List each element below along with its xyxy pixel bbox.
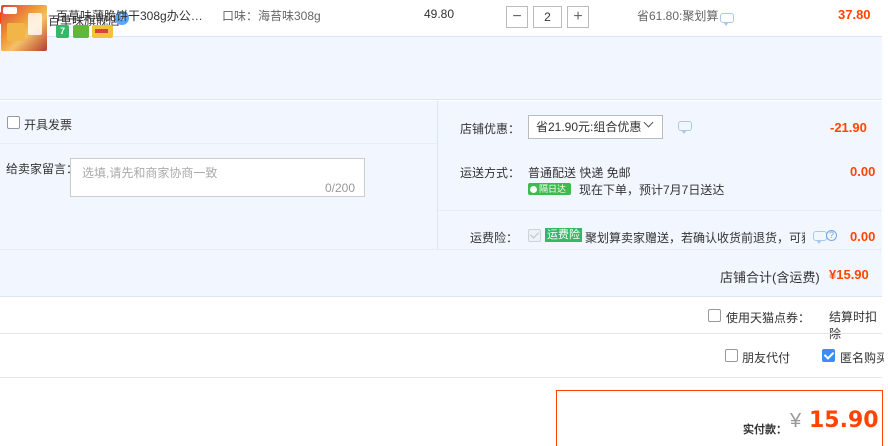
clock-icon: [530, 186, 537, 193]
column-divider: [437, 101, 438, 249]
payment-amount: 15.90: [809, 408, 879, 433]
quantity-increase-button[interactable]: +: [567, 6, 589, 28]
payment-label: 实付款：: [743, 424, 787, 436]
help-icon[interactable]: ?: [826, 230, 837, 241]
divider: [0, 333, 882, 334]
next-day-badge: 隔日达: [528, 183, 571, 195]
item-subtotal: 37.80: [838, 7, 871, 22]
product-thumbnail[interactable]: [1, 5, 47, 51]
insurance-checkbox: [528, 229, 541, 242]
quantity-decrease-button[interactable]: −: [506, 6, 528, 28]
shipping-eta: 现在下单，预计7月7日送达: [579, 183, 725, 197]
unit-price: 49.80: [424, 7, 455, 21]
next-day-badge-text: 隔日达: [539, 184, 567, 194]
insurance-tag: 运费险: [545, 228, 582, 242]
guarantee-icon: [73, 25, 89, 38]
friend-pay-label: 朋友代付: [742, 351, 791, 365]
coupon-info-icon[interactable]: [678, 121, 692, 134]
quantity-input[interactable]: 2: [533, 6, 562, 28]
message-placeholder: 选填,请先和商家协商一致: [82, 166, 218, 180]
message-char-count: 0/200: [325, 181, 356, 195]
message-label: 给卖家留言：: [6, 162, 79, 176]
shop-subtotal-label: 店铺合计(含运费): [720, 270, 820, 285]
shop-subtotal-amount: ¥15.90: [829, 267, 869, 282]
product-title[interactable]: 百草味薄脆饼干308g办公室早...: [56, 7, 214, 24]
divider: [0, 143, 437, 144]
shipping-label: 运送方式：: [460, 166, 521, 180]
shipping-method: 普通配送 快递 免邮: [528, 166, 631, 180]
friend-pay-checkbox[interactable]: [725, 349, 738, 362]
credit-card-icon: [92, 25, 113, 38]
insurance-chat-icon[interactable]: [813, 231, 827, 244]
insurance-label: 运费险：: [470, 231, 519, 245]
anonymous-checkbox[interactable]: [822, 349, 835, 362]
invoice-label: 开具发票: [24, 118, 73, 132]
brand-logo-icon: [3, 7, 17, 14]
seven-day-return-icon: 7: [56, 25, 69, 38]
invoice-checkbox[interactable]: [7, 116, 20, 129]
insurance-description: 聚划算卖家赠送，若确认收货前退货，可获...: [585, 231, 805, 245]
coupon-label: 店铺优惠：: [460, 122, 521, 136]
divider: [0, 249, 882, 250]
discount-note: 省61.80:聚划算: [637, 9, 719, 23]
product-box-graphic: [7, 23, 25, 41]
coupon-amount: -21.90: [830, 120, 867, 135]
product-sku: 口味：海苔味308g: [222, 9, 321, 23]
divider: [438, 210, 882, 211]
model-graphic: [28, 13, 42, 35]
info-chat-icon[interactable]: [720, 13, 734, 26]
divider: [0, 377, 882, 378]
currency-symbol: ¥: [790, 410, 802, 432]
coupon-points-checkbox[interactable]: [708, 309, 721, 322]
coupon-points-note: 结算时扣除: [829, 310, 878, 341]
insurance-amount: 0.00: [850, 229, 876, 244]
coupon-points-label: 使用天猫点券：: [726, 311, 811, 325]
anonymous-label: 匿名购买: [840, 351, 884, 365]
shipping-amount: 0.00: [850, 164, 876, 179]
coupon-select[interactable]: 省21.90元:组合优惠: [528, 115, 663, 139]
cart-item-row: [0, 36, 882, 100]
